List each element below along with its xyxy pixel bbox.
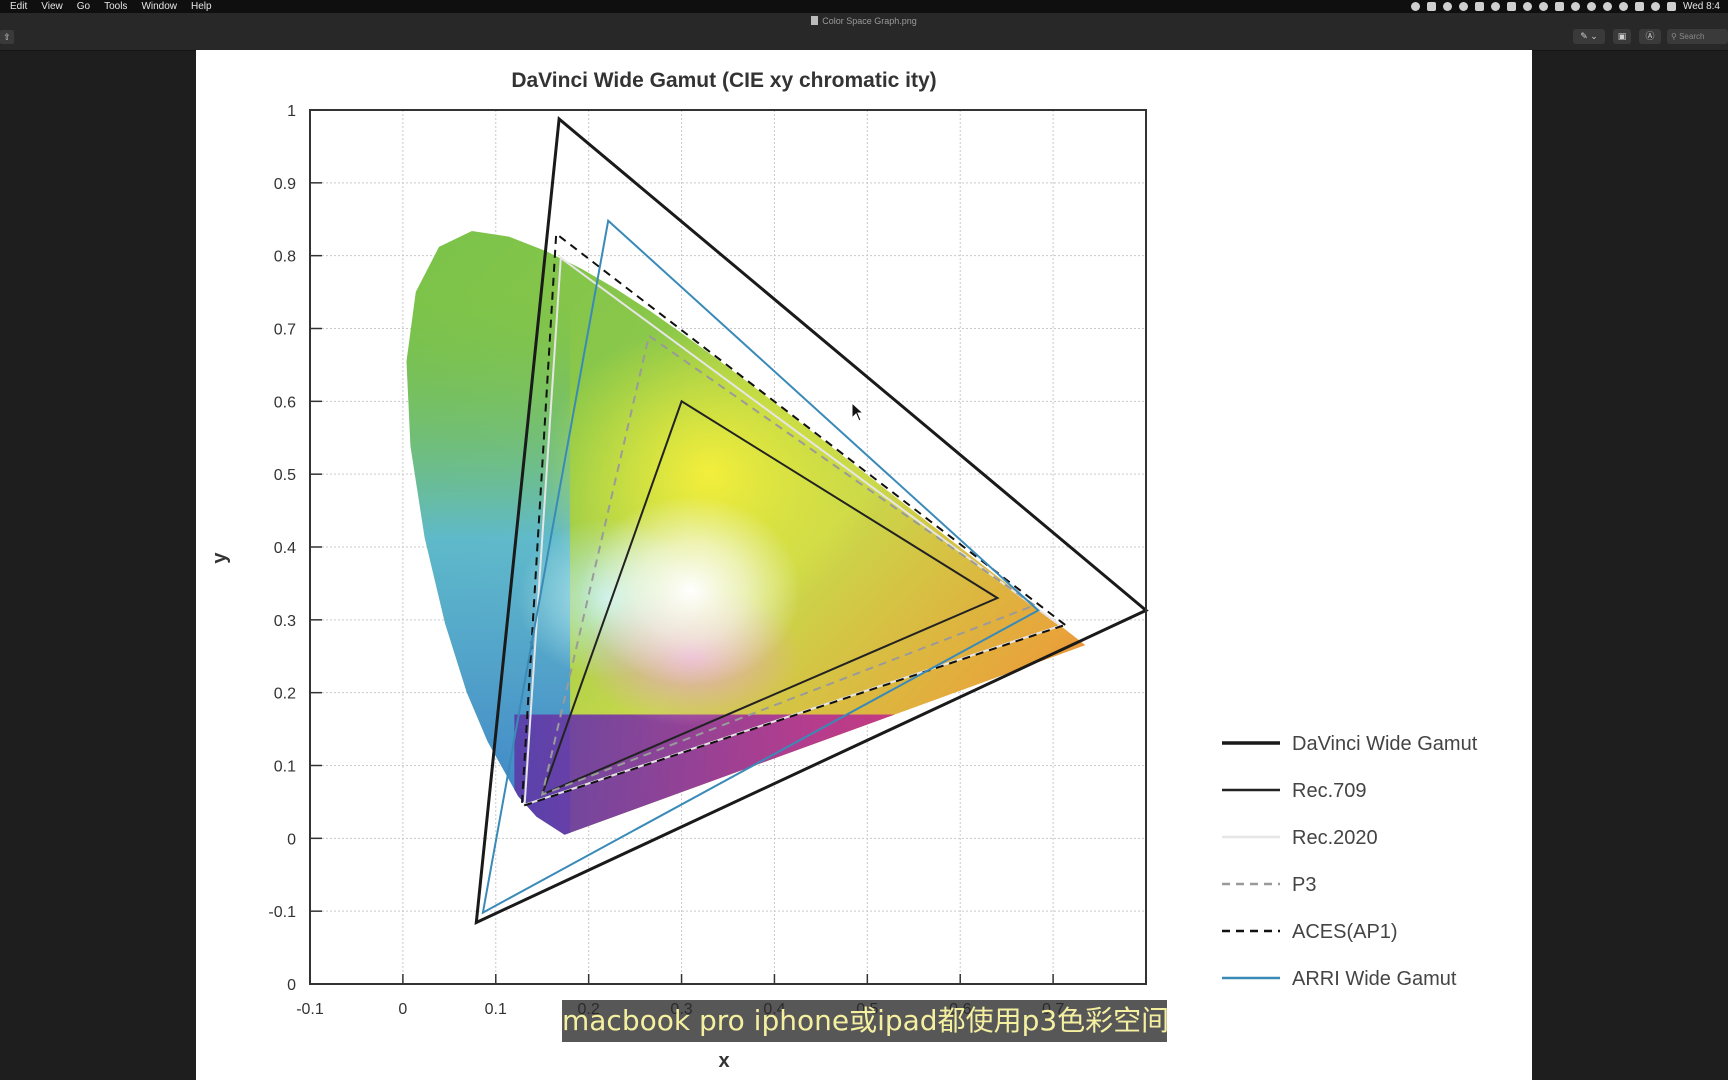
status-app-icon[interactable]: [1442, 2, 1452, 11]
legend-label: ARRI Wide Gamut: [1292, 968, 1457, 990]
search-input[interactable]: ⚲ Search: [1667, 29, 1728, 44]
menu-window[interactable]: Window: [141, 1, 177, 12]
image-canvas: DaVinci Wide Gamut (CIE xy chromatic ity…: [196, 50, 1532, 1080]
bluetooth-icon[interactable]: [1602, 2, 1612, 11]
legend-label: ACES(AP1): [1292, 921, 1398, 943]
status-app-icon[interactable]: [1570, 2, 1580, 11]
y-axis-label: y: [209, 552, 231, 564]
menu-tools[interactable]: Tools: [104, 1, 127, 12]
y-tick-label: 1: [287, 103, 296, 120]
menu-go[interactable]: Go: [77, 1, 90, 12]
x-tick-label: 0: [398, 1001, 407, 1018]
status-app-icon[interactable]: [1474, 2, 1484, 11]
status-app-icon[interactable]: [1522, 2, 1532, 11]
wifi-icon[interactable]: [1618, 2, 1628, 11]
locus-fill: [406, 231, 1086, 835]
legend-label: DaVinci Wide Gamut: [1292, 733, 1478, 755]
time-machine-icon[interactable]: [1586, 2, 1596, 11]
search-placeholder: Search: [1679, 32, 1705, 41]
menu-bar: Edit View Go Tools Window Help Wed 8:4: [0, 0, 1728, 13]
display-icon[interactable]: [1506, 2, 1516, 11]
legend-label: Rec.709: [1292, 780, 1367, 802]
window-title-text: Color Space Graph.png: [822, 16, 917, 26]
status-app-icon[interactable]: [1426, 2, 1436, 11]
window-toolbar: Color Space Graph.png ⇧ ✎ ⌄ ▣ Ⓐ ⚲ Search: [0, 13, 1728, 51]
status-area: Wed 8:4: [1410, 0, 1720, 13]
y-tick-label: 0: [287, 977, 296, 994]
x-axis-label: x: [718, 1050, 729, 1072]
chart-title: DaVinci Wide Gamut (CIE xy chromatic ity…: [511, 69, 936, 92]
y-tick-label: 0.7: [274, 322, 296, 339]
y-tick-label: 0.2: [274, 686, 296, 703]
y-tick-label: 0.3: [274, 613, 296, 630]
menu-view[interactable]: View: [41, 1, 63, 12]
y-tick-label: 0.4: [274, 540, 296, 557]
volume-icon[interactable]: [1650, 2, 1660, 11]
control-center-icon[interactable]: [1666, 2, 1676, 11]
y-tick-label: 0.8: [274, 249, 296, 266]
cloud-icon[interactable]: [1458, 2, 1468, 11]
y-tick-label: 0.9: [274, 176, 296, 193]
markup-toolbar-button[interactable]: Ⓐ: [1639, 29, 1661, 44]
menu-edit[interactable]: Edit: [10, 1, 27, 12]
legend: DaVinci Wide Gamut Rec.709 Rec.2020 P3 ACES(…: [1222, 733, 1478, 990]
y-tick-label: -0.1: [268, 904, 296, 921]
spectral-locus: [406, 231, 1086, 835]
share-icon[interactable]: ⇧: [0, 30, 14, 44]
status-app-icon[interactable]: [1538, 2, 1548, 11]
menu-help[interactable]: Help: [191, 1, 212, 12]
video-subtitle: macbook pro iphone或ipad都使用p3色彩空间: [562, 1000, 1167, 1042]
file-icon: [811, 16, 819, 25]
status-app-icon[interactable]: [1490, 2, 1500, 11]
x-tick-label: 0.1: [485, 1001, 507, 1018]
status-app-icon[interactable]: [1554, 2, 1564, 11]
y-tick-label: 0.1: [274, 759, 296, 776]
chart: DaVinci Wide Gamut (CIE xy chromatic ity…: [209, 69, 1478, 1072]
y-tick-label: 0.5: [274, 467, 296, 484]
clock[interactable]: Wed 8:4: [1683, 1, 1720, 12]
y-tick-label: 0: [287, 831, 296, 848]
legend-label: Rec.2020: [1292, 827, 1378, 849]
mouse-pointer-icon: [851, 402, 865, 422]
legend-label: P3: [1292, 874, 1316, 896]
rotate-button[interactable]: ▣: [1613, 29, 1631, 44]
status-app-icon[interactable]: [1410, 2, 1420, 11]
x-tick-label: -0.1: [296, 1001, 324, 1018]
markup-pen-button[interactable]: ✎ ⌄: [1573, 29, 1605, 44]
battery-icon[interactable]: [1634, 2, 1644, 11]
window-title: Color Space Graph.png: [0, 16, 1728, 26]
y-tick-label: 0.6: [274, 394, 296, 411]
